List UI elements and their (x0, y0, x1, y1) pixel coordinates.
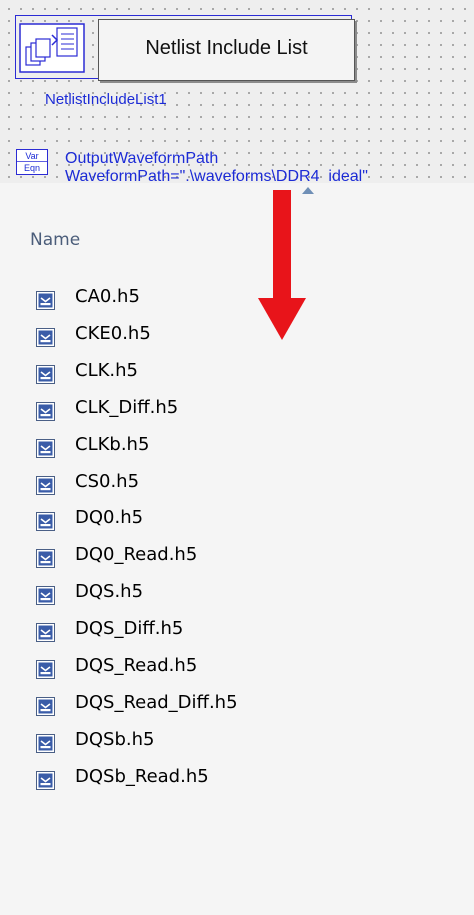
h5-file-icon (36, 512, 55, 532)
h5-file-icon (36, 364, 55, 384)
file-list-item[interactable]: CLK.h5 (36, 358, 336, 388)
h5-file-icon (36, 696, 55, 716)
file-name: CS0.h5 (75, 470, 140, 492)
sort-ascending-icon[interactable] (301, 186, 315, 196)
var-eqn-expression[interactable]: WaveformPath=".\waveforms\DDR4_ideal" (65, 168, 368, 183)
file-list-item[interactable]: CLKb.h5 (36, 432, 336, 462)
file-name: DQS_Read.h5 (75, 655, 198, 676)
file-name: CLK.h5 (75, 359, 138, 381)
file-name: DQ0.h5 (75, 507, 144, 529)
file-name: DQS_Diff.h5 (75, 618, 184, 640)
netlist-include-list-button[interactable]: Netlist Include List (98, 19, 355, 81)
file-name: DQ0_Read.h5 (75, 544, 198, 566)
file-name: DQS_Read_Diff.h5 (75, 691, 238, 713)
h5-file-icon (36, 660, 55, 679)
h5-file-icon (36, 586, 55, 606)
file-list-item[interactable]: DQS.h5 (36, 579, 336, 609)
file-name: CKE0.h5 (75, 322, 151, 344)
eqn-label: Eqn (24, 163, 40, 173)
file-list-item[interactable]: DQ0_Read.h5 (36, 542, 336, 572)
file-name: CLK_Diff.h5 (75, 396, 179, 418)
file-list-item[interactable]: DQS_Read.h5 (36, 653, 336, 683)
h5-file-icon (36, 733, 55, 753)
file-name: DQS.h5 (75, 581, 144, 603)
h5-file-icon (36, 291, 55, 310)
h5-file-icon (36, 438, 55, 458)
schematic-canvas[interactable]: Netlist Include List NetlistIncludeList1… (0, 0, 474, 183)
file-list-item[interactable]: CKE0.h5 (36, 321, 336, 351)
name-column-header[interactable]: Name (30, 230, 80, 250)
h5-file-icon (36, 623, 55, 643)
down-arrow-icon (258, 190, 306, 340)
h5-file-icon (36, 401, 55, 421)
component-label: Netlist Include List (145, 37, 308, 59)
h5-file-icon (36, 770, 55, 790)
h5-file-icon (36, 475, 55, 495)
file-name: CA0.h5 (75, 286, 140, 307)
file-list-item[interactable]: DQS_Diff.h5 (36, 616, 336, 646)
file-list-item[interactable]: CS0.h5 (36, 469, 336, 499)
var-eqn-icon[interactable]: Var Eqn (16, 149, 48, 175)
netlist-include-icon (19, 23, 85, 73)
file-list-item[interactable]: CLK_Diff.h5 (36, 395, 336, 425)
file-list-item[interactable]: DQS_Read_Diff.h5 (36, 690, 336, 720)
netlist-include-component[interactable]: Netlist Include List (15, 15, 355, 81)
file-list-item[interactable]: DQ0.h5 (36, 505, 336, 535)
file-name: DQSb.h5 (75, 728, 155, 750)
file-list-item[interactable]: DQSb.h5 (36, 727, 336, 757)
file-list-item[interactable]: DQSb_Read.h5 (36, 764, 336, 794)
instance-name[interactable]: NetlistIncludeList1 (45, 91, 167, 108)
h5-file-icon (36, 327, 55, 347)
h5-file-icon (36, 549, 55, 569)
file-name: CLKb.h5 (75, 433, 150, 455)
var-eqn-name[interactable]: OutputWaveformPath (65, 150, 218, 168)
var-label: Var (25, 151, 38, 161)
file-name: DQSb_Read.h5 (75, 765, 209, 787)
file-list-item[interactable]: CA0.h5 (36, 284, 336, 314)
